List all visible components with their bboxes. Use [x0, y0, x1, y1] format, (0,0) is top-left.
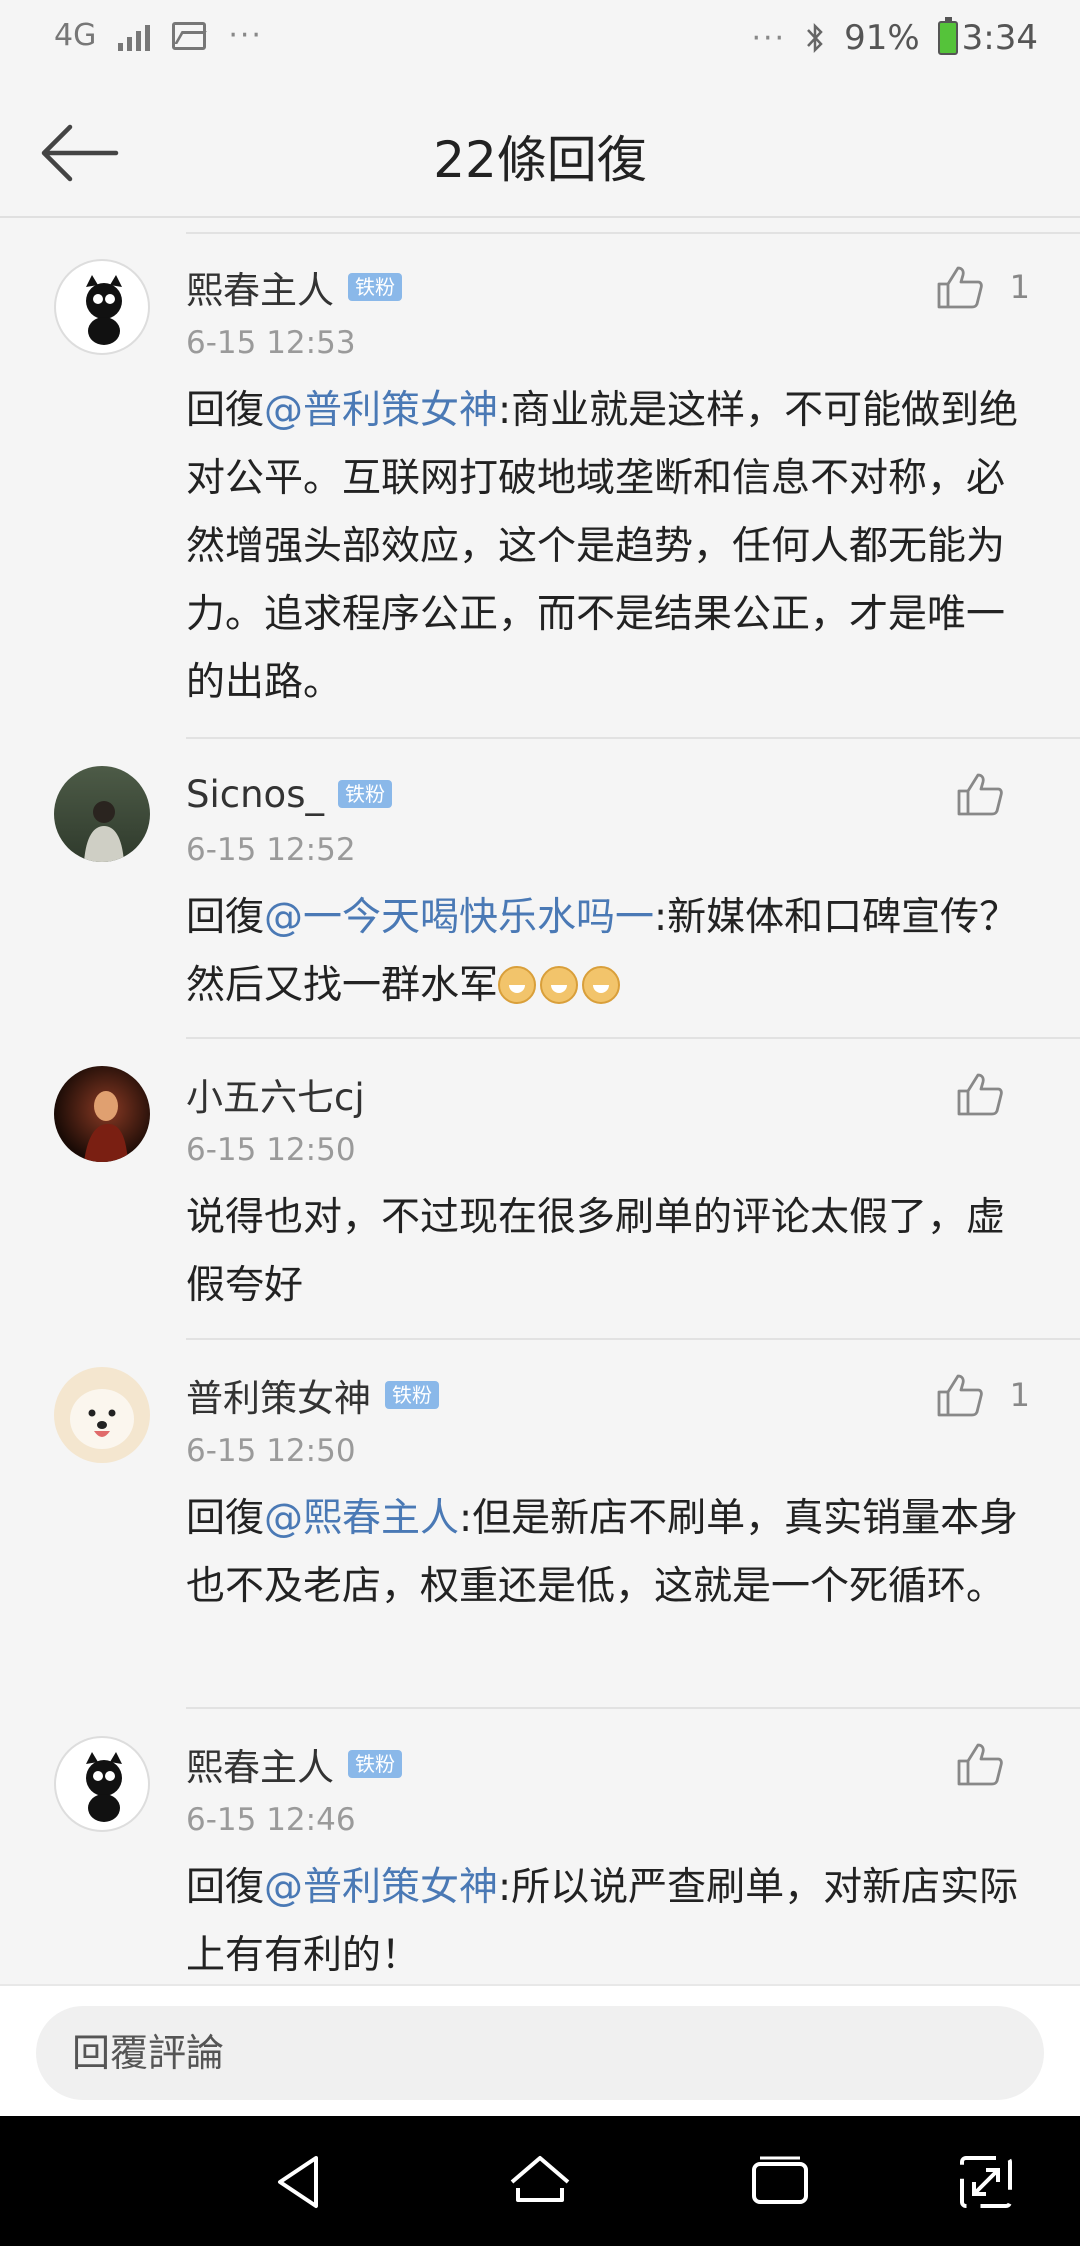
- avatar[interactable]: [54, 1367, 150, 1463]
- username[interactable]: 熙春主人: [186, 260, 334, 314]
- comment-time: 6-15 12:52: [186, 832, 356, 868]
- image-notification-icon: [172, 21, 207, 50]
- thumbs-up-icon: [957, 1743, 1003, 1786]
- comment-item[interactable]: 小五六七cj 6-15 12:50 说得也对，不过现在很多刷单的评论太假了，虚假…: [0, 1039, 1080, 1340]
- mention-link[interactable]: @熙春主人: [264, 1496, 459, 1541]
- like-button[interactable]: [956, 1741, 1030, 1787]
- comment-content: 回復@熙春主人:但是新店不刷单，真实销量本身也不及老店，权重还是低，这就是一个死…: [186, 1485, 1040, 1621]
- expand-icon: [960, 2156, 1012, 2208]
- comment-item[interactable]: 普利策女神 铁粉 6-15 12:50 回復@熙春主人:但是新店不刷单，真实销量…: [0, 1340, 1080, 1709]
- fan-badge: 铁粉: [348, 273, 402, 301]
- comment-content: 回復@普利策女神:商业就是这样，不可能做到绝对公平。互联网打破地域垄断和信息不对…: [186, 377, 1040, 717]
- comment-item[interactable]: 熙春主人 铁粉 6-15 12:53 回復@普利策女神:商业就是这样，不可能做到…: [0, 232, 1080, 739]
- nav-back-button[interactable]: [264, 2146, 336, 2218]
- like-button[interactable]: 1: [936, 264, 1030, 310]
- page-title: 22條回復: [433, 131, 647, 189]
- mention-link[interactable]: @一今天喝快乐水吗一: [264, 895, 654, 940]
- reply-prefix: 回復: [186, 895, 265, 940]
- avatar[interactable]: [54, 1066, 150, 1162]
- comment-item[interactable]: Sicnos_ 铁粉 6-15 12:52 回復@一今天喝快乐水吗一:新媒体和口…: [0, 739, 1080, 1039]
- reply-prefix: 回復: [186, 1865, 265, 1910]
- more-status-icon: ···: [751, 20, 787, 56]
- avatar[interactable]: [54, 259, 150, 355]
- home-icon: [510, 2156, 570, 2202]
- network-type: 4G: [54, 17, 97, 53]
- comment-content: 回復@普利策女神:所以说严查刷单，对新店实际上有有利的！: [186, 1854, 1040, 1984]
- fan-badge: 铁粉: [348, 1750, 402, 1778]
- header: 22條回復: [0, 88, 1080, 218]
- mention-link[interactable]: @普利策女神: [264, 1865, 498, 1910]
- comment-text: 说得也对，不过现在很多刷单的评论太假了，虚假夸好: [186, 1195, 1006, 1308]
- username[interactable]: Sicnos_: [186, 773, 324, 816]
- doge-emoji-icon: [540, 966, 579, 1004]
- doge-emoji-icon: [498, 966, 537, 1004]
- comment-time: 6-15 12:50: [186, 1132, 356, 1168]
- comment-list[interactable]: 熙春主人 铁粉 6-15 12:53 回復@普利策女神:商业就是这样，不可能做到…: [0, 232, 1080, 1984]
- nav-home-button[interactable]: [504, 2146, 576, 2218]
- thumbs-up-icon: [937, 1374, 983, 1417]
- thumbs-up-icon: [937, 266, 983, 309]
- comment-content: 说得也对，不过现在很多刷单的评论太假了，虚假夸好: [186, 1184, 1040, 1320]
- thumbs-up-icon: [957, 1073, 1003, 1116]
- username[interactable]: 普利策女神: [186, 1368, 371, 1422]
- like-count: 1: [1009, 268, 1030, 306]
- bluetooth-icon: [807, 22, 823, 54]
- system-nav-bar: [0, 2116, 1080, 2246]
- comment-time: 6-15 12:46: [186, 1802, 356, 1838]
- battery-percent: 91%: [844, 18, 920, 58]
- like-count: 1: [1009, 1376, 1030, 1414]
- comment-time: 6-15 12:53: [186, 325, 356, 361]
- triangle-back-icon: [278, 2156, 318, 2208]
- like-button[interactable]: [956, 771, 1030, 817]
- comment-content: 回復@一今天喝快乐水吗一:新媒体和口碑宣传？然后又找一群水军: [186, 884, 1040, 1020]
- like-button[interactable]: [956, 1071, 1030, 1117]
- doge-emoji-icon: [582, 966, 621, 1004]
- avatar[interactable]: [54, 1736, 150, 1832]
- comment-item[interactable]: 熙春主人 铁粉 6-15 12:46 回復@普利策女神:所以说严查刷单，对新店实…: [0, 1709, 1080, 1984]
- reply-bar: 回覆評論: [0, 1984, 1080, 2116]
- reply-prefix: 回復: [186, 388, 265, 433]
- reply-input[interactable]: 回覆評論: [36, 2006, 1044, 2100]
- more-notifications-icon: ···: [228, 18, 263, 53]
- recent-apps-icon: [752, 2156, 808, 2204]
- nav-expand-button[interactable]: [950, 2146, 1022, 2218]
- comment-time: 6-15 12:50: [186, 1433, 356, 1469]
- comment-text: :商业就是这样，不可能做到绝对公平。互联网打破地域垄断和信息不对称，必然增强头部…: [186, 388, 1019, 705]
- clock: 3:34: [961, 18, 1038, 58]
- fan-badge: 铁粉: [385, 1381, 439, 1409]
- avatar[interactable]: [54, 766, 150, 862]
- like-button[interactable]: 1: [936, 1372, 1030, 1418]
- nav-recents-button[interactable]: [744, 2146, 816, 2218]
- reply-prefix: 回復: [186, 1496, 265, 1541]
- fan-badge: 铁粉: [337, 780, 392, 808]
- mention-link[interactable]: @普利策女神: [264, 388, 498, 433]
- status-bar: 4G ··· ··· 91% 3:34: [0, 0, 1080, 88]
- signal-icon: [118, 21, 151, 51]
- battery-icon: [937, 17, 958, 55]
- thumbs-up-icon: [957, 773, 1003, 816]
- username[interactable]: 小五六七cj: [186, 1067, 365, 1121]
- username[interactable]: 熙春主人: [186, 1737, 334, 1791]
